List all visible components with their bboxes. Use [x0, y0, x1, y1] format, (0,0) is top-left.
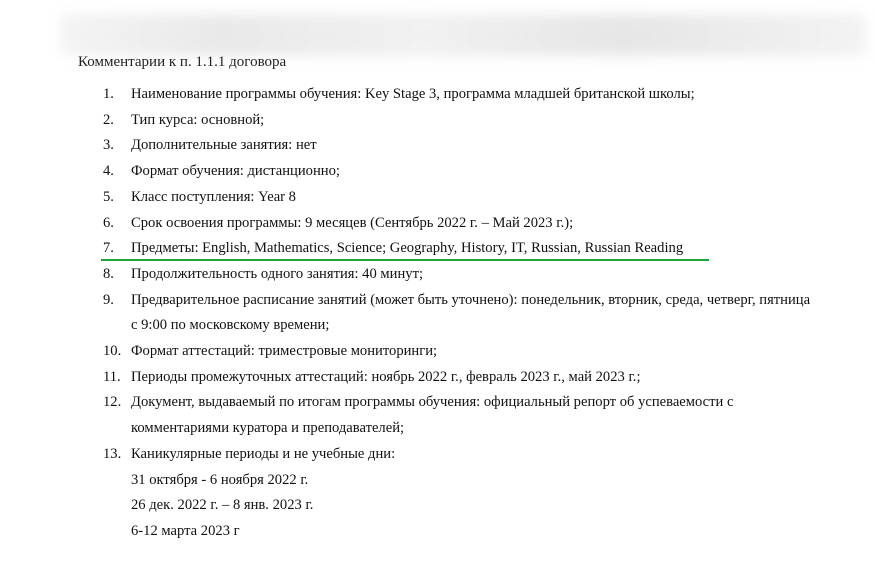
item-text: Периоды промежуточных аттестаций: ноябрь… [131, 368, 641, 385]
list-item: 5. Класс поступления: Year 8 [0, 185, 875, 211]
item-text: Срок освоения программы: 9 месяцев (Сент… [131, 214, 574, 231]
item-number: 1. [103, 86, 114, 102]
item-text: Дополнительные занятия: нет [131, 137, 317, 154]
terms-list: 1. Наименование программы обучения: Key … [0, 82, 875, 545]
item-text: Класс поступления: Year 8 [131, 188, 296, 205]
list-item: 9. Предварительное расписание занятий (м… [0, 288, 875, 314]
item-number: 2. [103, 111, 114, 128]
list-item: 1. Наименование программы обучения: Key … [0, 82, 875, 108]
green-highlight-underline [101, 259, 709, 262]
list-item-continuation: с 9:00 по московскому времени; [131, 317, 330, 334]
item-text: Наименование программы обучения: Key Sta… [131, 86, 695, 102]
item-number: 11. [103, 368, 121, 385]
item-number: 9. [103, 291, 114, 308]
list-item: 3. Дополнительные занятия: нет [0, 133, 875, 159]
holiday-period: 31 октября - 6 ноября 2022 г. [131, 471, 309, 488]
list-item-continuation: комментариями куратора и преподавателей; [131, 420, 405, 437]
item-text: Документ, выдаваемый по итогам программы… [131, 394, 734, 411]
list-item: 4. Формат обучения: дистанционно; [0, 159, 875, 185]
item-number: 6. [103, 214, 114, 231]
item-number: 8. [103, 265, 114, 282]
list-item: 2. Тип курса: основной; [0, 108, 875, 134]
list-item: 11. Периоды промежуточных аттестаций: но… [0, 365, 875, 391]
list-item: 6. Срок освоения программы: 9 месяцев (С… [0, 211, 875, 237]
list-item: 10. Формат аттестаций: триместровые мони… [0, 339, 875, 365]
list-item-highlighted: 7. Предметы: English, Mathematics, Scien… [0, 236, 875, 262]
holiday-period: 6-12 марта 2023 г [131, 522, 240, 539]
item-number: 7. [103, 240, 114, 257]
item-text: Формат аттестаций: триместровые монитори… [131, 343, 438, 360]
item-text: Предметы: English, Mathematics, Science;… [131, 240, 684, 257]
list-item: 8. Продолжительность одного занятия: 40 … [0, 262, 875, 288]
item-text: Продолжительность одного занятия: 40 мин… [131, 265, 424, 282]
holiday-period: 26 дек. 2022 г. – 8 янв. 2023 г. [131, 497, 314, 514]
item-text: Тип курса: основной; [131, 111, 265, 128]
item-text: Предварительное расписание занятий (може… [131, 291, 811, 308]
blurred-redacted-header [60, 14, 866, 56]
item-number: 13. [103, 445, 122, 462]
item-number: 4. [103, 163, 114, 180]
item-number: 10. [103, 343, 122, 360]
item-text: Каникулярные периоды и не учебные дни: [131, 445, 396, 462]
section-heading: Комментарии к п. 1.1.1 договора [78, 54, 287, 69]
item-number: 5. [103, 188, 114, 205]
item-text: Формат обучения: дистанционно; [131, 163, 340, 180]
list-item: 12. Документ, выдаваемый по итогам прогр… [0, 390, 875, 416]
item-number: 12. [103, 394, 122, 411]
list-item: 13. Каникулярные периоды и не учебные дн… [0, 442, 875, 468]
item-number: 3. [103, 137, 114, 154]
